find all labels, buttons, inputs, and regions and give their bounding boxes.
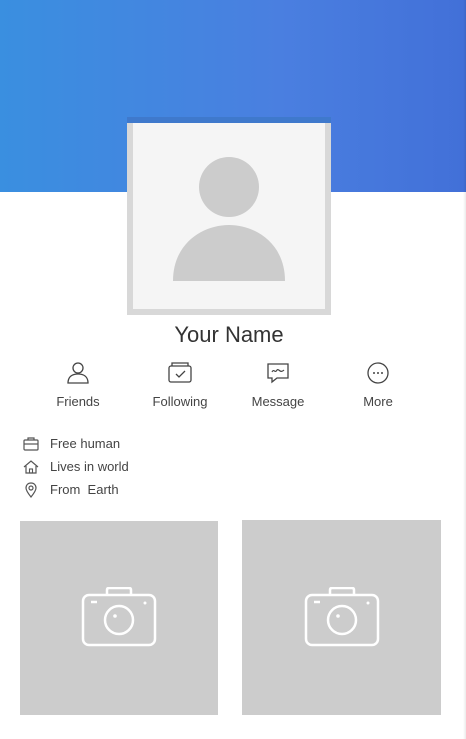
friends-button[interactable]: Friends xyxy=(33,360,123,412)
following-button[interactable]: Following xyxy=(135,360,225,412)
photo-placeholder-2[interactable] xyxy=(242,520,441,715)
photo-placeholder-1[interactable] xyxy=(20,521,218,715)
location-pin-icon xyxy=(25,482,37,498)
camera-icon xyxy=(304,586,379,646)
friends-label: Friends xyxy=(56,394,100,409)
action-bar: Friends Following Message More xyxy=(0,360,466,412)
briefcase-icon xyxy=(23,437,39,451)
info-origin-text: From Earth xyxy=(50,482,119,497)
message-icon xyxy=(267,363,289,384)
message-button[interactable]: Message xyxy=(233,360,323,412)
person-icon xyxy=(67,362,89,384)
more-icon xyxy=(367,362,389,384)
avatar[interactable] xyxy=(127,117,331,315)
following-label: Following xyxy=(152,394,208,409)
following-icon xyxy=(168,362,192,383)
more-button[interactable]: More xyxy=(333,360,423,412)
profile-name: Your Name xyxy=(174,322,284,347)
avatar-placeholder-icon xyxy=(173,157,285,281)
more-label: More xyxy=(363,394,393,409)
info-residence-text: Lives in world xyxy=(50,459,129,474)
info-occupation-text: Free human xyxy=(50,436,121,451)
camera-icon xyxy=(81,587,157,647)
message-label: Message xyxy=(251,394,305,409)
profile-card: Your Name Friends Following Message More… xyxy=(0,0,466,739)
home-icon xyxy=(23,460,39,474)
